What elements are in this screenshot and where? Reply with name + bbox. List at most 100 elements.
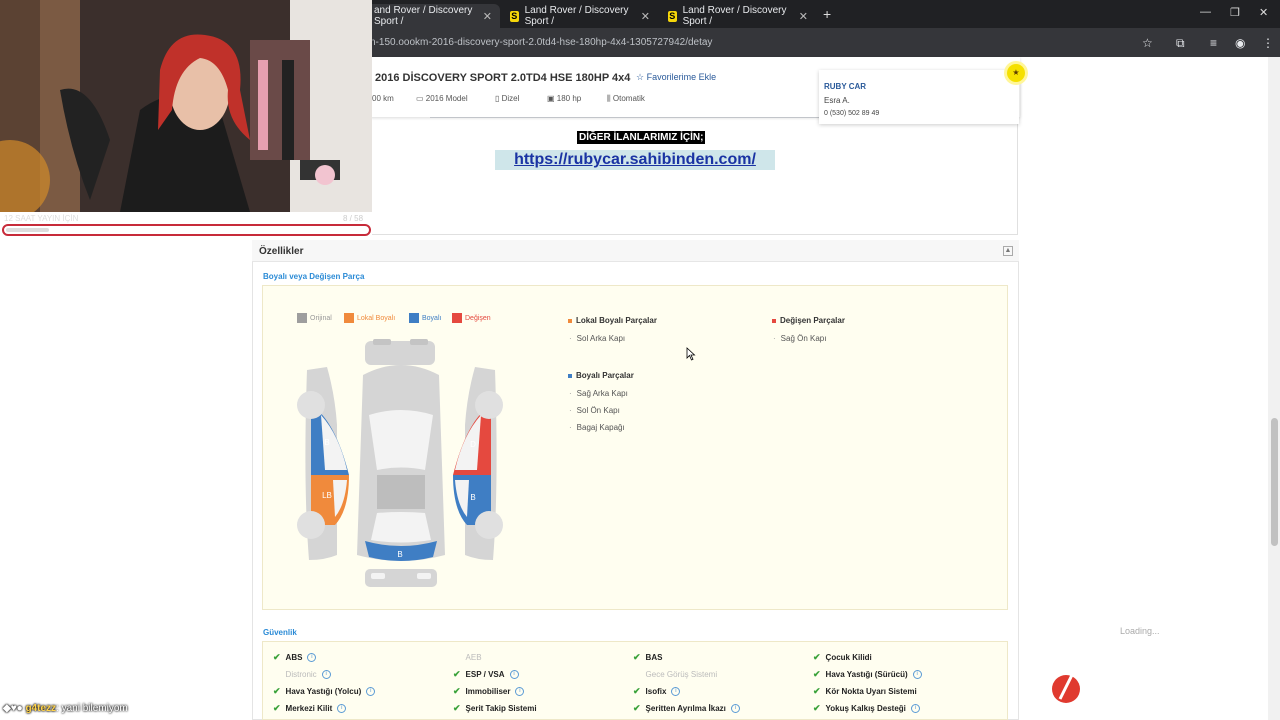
close-tab-icon[interactable]: ✕ [641,10,650,23]
seller-card[interactable]: RUBY CAR Esra A. 0 (530) 502 89 49 [819,70,1019,124]
safety-feature: ✔ Hava Yastığı (Sürücü) i [813,669,922,680]
safety-feature: ✔ Kör Nokta Uyarı Sistemi [813,686,917,697]
url-field[interactable]: n-150.oookm-2016-discovery-sport-2.0td4-… [370,37,712,48]
stream-goal-progress [2,224,371,236]
fuel-icon: ▯ [495,94,502,103]
webcam-overlay [0,0,372,212]
tab-2[interactable]: S Land Rover / Discovery Sport / ✕ [502,4,658,28]
right-rear-label: B [470,493,475,502]
safety-feature: ✔ Immobiliser i [453,686,525,697]
watermark-logo-icon [1052,670,1080,703]
features-title: Özellikler [259,246,304,257]
right-side [453,367,503,560]
mouse-cursor-icon [686,347,696,361]
chat-text: : yani bilemiyom [56,703,128,714]
page-scrollbar[interactable] [1268,57,1280,720]
close-tab-icon[interactable]: ✕ [799,10,808,23]
info-icon[interactable]: i [366,687,376,696]
window-close-icon[interactable]: ✕ [1259,6,1268,19]
safety-feature: ✔ ESP / VSA i [453,669,519,680]
media-control-icon[interactable]: ≡ [1210,36,1217,50]
checkmark-icon: ✔ [813,669,821,679]
replaced-title: Değişen Parçalar [780,316,845,325]
info-icon[interactable]: i [515,687,525,696]
chat-user: g4tezz [25,703,57,714]
safety-feature-label: AEB [465,653,482,662]
new-tab-icon[interactable]: + [823,6,831,22]
legend-swatch [409,313,419,323]
safety-title: Güvenlik [263,628,297,637]
close-tab-icon[interactable]: ✕ [483,10,492,23]
checkmark-icon: ✔ [273,686,281,696]
menu-kebab-icon[interactable]: ⋮ [1262,36,1274,50]
checkmark-icon: ✔ [633,703,641,713]
legend-label: Değişen [465,314,491,322]
spec-model: ▭ 2016 Model [416,94,468,103]
safety-feature-label: ESP / VSA [465,670,505,679]
roof [377,475,425,509]
store-link[interactable]: https://rubycar.sahibinden.com/ [495,150,775,170]
spec-fuel-value: Dizel [501,94,520,103]
info-icon[interactable]: i [671,687,681,696]
checkmark-icon: ✔ [813,686,821,696]
left-rear-label: LB [322,491,332,500]
safety-feature: ✔ Merkezi Kilit i [273,703,347,714]
info-icon[interactable]: i [910,704,920,713]
info-icon[interactable]: i [912,670,922,679]
checkmark-icon: ✔ [273,703,281,713]
star-icon: ☆ [636,72,645,82]
add-favorite-link[interactable]: ☆ Favorilerime Ekle [636,72,716,83]
info-icon[interactable]: i [730,704,740,713]
loading-text: Loading... [1120,626,1160,636]
info-icon[interactable]: i [337,704,347,713]
painted-title: Boyalı Parçalar [576,371,634,380]
minimize-icon[interactable]: — [1200,6,1211,18]
right-front-label: D [470,440,476,449]
safety-feature-label: Isofix [645,687,667,696]
listing-title: 2016 DİSCOVERY SPORT 2.0TD4 HSE 180HP 4x… [375,72,631,84]
info-icon[interactable]: i [307,653,317,662]
calendar-icon: ▭ [416,94,426,103]
safety-feature: ✔ Şerit Takip Sistemi [453,703,537,714]
maximize-icon[interactable]: ❐ [1230,6,1240,19]
tab-3[interactable]: S Land Rover / Discovery Sport / ✕ [660,4,816,28]
legend-label: Orijinal [310,314,332,322]
local-painted-item: Sol Arka Kapı [569,334,625,343]
replaced-item: Sağ Ön Kapı [773,334,827,343]
legend-swatch [297,313,307,323]
tab-1-label: and Rover / Discovery Sport / [374,5,473,27]
safety-feature: ✔ ABS i [273,652,317,663]
safety-feature-label: Gece Görüş Sistemi [645,670,718,679]
safety-feature-label: Hava Yastığı (Sürücü) [825,670,908,679]
replaced-heading: Değişen Parçalar [772,316,845,325]
info-icon[interactable]: i [321,670,331,679]
stream-goal-count: 8 / 58 [343,214,364,223]
safety-feature-label: BAS [645,653,663,662]
painted-item: Sağ Arka Kapı [569,389,628,398]
spec-model-value: 2016 Model [425,94,468,103]
seller-person: Esra A. [824,96,850,105]
safety-feature-label: Immobiliser [465,687,511,696]
chat-message: ◆♥● g4tezz: yani bilemiyom [3,703,128,714]
stream-goal-caption: 12 SAAT YAYIN İÇİN [4,214,79,223]
sahibinden-favicon-icon: S [510,10,519,22]
seller-name[interactable]: RUBY CAR [824,82,1014,91]
features-header [252,240,1019,262]
checkmark-icon: ✔ [633,686,641,696]
scrollbar-thumb[interactable] [1271,418,1278,546]
collapse-icon[interactable]: ▲ [1003,246,1013,256]
extensions-icon[interactable]: ⧉ [1176,36,1185,51]
rear-window [371,512,431,543]
spec-gear-value: Otomatik [612,94,645,103]
info-icon[interactable]: i [509,670,519,679]
legend-label: Boyalı [422,314,442,322]
bookmark-star-icon[interactable]: ☆ [1142,36,1153,50]
local-painted-heading: Lokal Boyalı Parçalar [568,316,657,325]
tab-2-label: Land Rover / Discovery Sport / [524,5,629,27]
profile-icon[interactable]: ◉ [1235,36,1245,50]
rear-bumper [365,569,437,587]
safety-feature-label: Kör Nokta Uyarı Sistemi [825,687,917,696]
tab-1[interactable]: and Rover / Discovery Sport / ✕ [366,4,500,28]
tab-3-label: Land Rover / Discovery Sport / [682,5,787,27]
checkmark-icon: ✔ [453,669,461,679]
